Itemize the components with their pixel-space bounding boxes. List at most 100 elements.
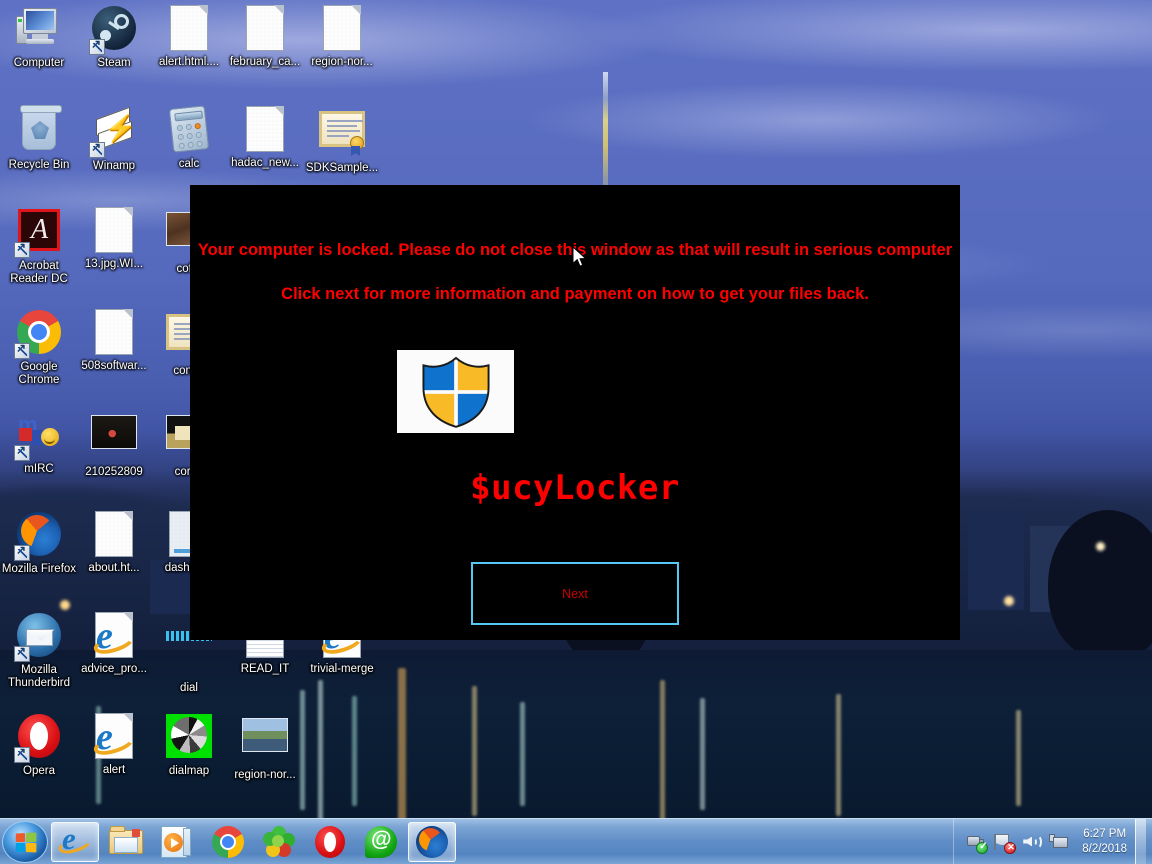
desktop-icon-label: advice_pro...: [81, 663, 147, 675]
icq-flower-icon: [263, 825, 295, 858]
iedoc-icon: e: [90, 713, 138, 761]
desktop-icon-label: trivial-merge: [310, 663, 374, 675]
shortcut-arrow-icon: [14, 443, 30, 461]
doc-icon: [90, 511, 138, 559]
clock-date: 8/2/2018: [1082, 842, 1127, 855]
volume-speaker-icon[interactable]: [1021, 831, 1043, 853]
doc-icon: [165, 5, 213, 53]
desktop-icon-label: Winamp: [92, 160, 136, 172]
mozilla-firefox-icon: [416, 825, 448, 858]
ransomware-brand-title: $ucyLocker: [470, 468, 680, 508]
desktop-icon-label: Google Chrome: [18, 361, 60, 386]
desktop-icon-label: dialmap: [168, 765, 210, 777]
ransom-warning-line-2: Click next for more information and paym…: [281, 285, 869, 303]
desktop-icon-acrobat-reader-dc[interactable]: Acrobat Reader DC: [0, 206, 78, 286]
file-explorer-icon: [109, 825, 143, 856]
internet-explorer-icon: e: [56, 821, 94, 859]
taskbar-item-internet-explorer[interactable]: e: [51, 821, 99, 862]
desktop-icon-about-ht[interactable]: about.ht...: [75, 510, 153, 575]
photo2-icon: [90, 415, 138, 463]
desktop-icon-sdksample[interactable]: SDKSample...: [303, 105, 381, 175]
desktop-icon-alert[interactable]: e alert: [75, 712, 153, 777]
iedoc-icon: e: [90, 612, 138, 660]
desktop-icon-label: alert.html....: [158, 56, 220, 68]
shortcut-arrow-icon: [89, 140, 105, 158]
desktop-icon-mirc[interactable]: m mIRC: [0, 409, 78, 476]
at-sign-messenger-icon: [365, 825, 397, 858]
shortcut-arrow-icon: [14, 644, 30, 662]
chrome-icon: [14, 310, 63, 359]
desktop-icon-hadac-new[interactable]: hadac_new...: [226, 105, 304, 170]
photo3-icon: [241, 718, 289, 766]
desktop-icon-label: SDKSample...: [305, 162, 379, 174]
desktop-icon-opera[interactable]: Opera: [0, 712, 78, 778]
taskbar-item-windows-media-player[interactable]: [153, 822, 201, 862]
dialmap-icon: [165, 714, 213, 762]
opera-icon: [315, 825, 345, 858]
shortcut-arrow-icon: [14, 543, 30, 561]
taskbar-item-google-chrome[interactable]: [204, 822, 252, 862]
google-chrome-icon: [212, 825, 244, 858]
desktop-icon-advice-pro[interactable]: e advice_pro...: [75, 611, 153, 676]
windows-defender-shield-icon: [421, 356, 490, 428]
desktop-icon-label: Computer: [13, 57, 65, 69]
desktop-icon-label: alert: [102, 764, 126, 776]
taskbar-item-file-explorer[interactable]: [102, 822, 150, 862]
desktop-icon-label: Acrobat Reader DC: [10, 260, 68, 285]
taskbar-item-mail-at[interactable]: [357, 822, 405, 862]
desktop-icon-february-ca[interactable]: february_ca...: [226, 4, 304, 69]
desktop-icon-label: Recycle Bin: [8, 159, 70, 171]
desktop-icon-label: february_ca...: [229, 56, 301, 68]
start-button[interactable]: [2, 820, 48, 863]
taskbar[interactable]: e @ ✓ ✕ 6:27 PM 8/2/2018: [0, 818, 1152, 864]
shortcut-arrow-icon: [89, 37, 105, 55]
desktop-icon-label: Mozilla Firefox: [1, 563, 77, 575]
next-button-label: Next: [562, 586, 588, 601]
desktop-icon-label: Opera: [23, 765, 55, 777]
taskbar-item-mozilla-firefox[interactable]: [408, 821, 456, 862]
taskbar-item-icq[interactable]: [255, 822, 303, 862]
desktop-icon-label: 13.jpg.WI...: [84, 258, 144, 270]
calc-icon: [165, 105, 213, 155]
desktop-icon-label: calc: [178, 158, 200, 170]
desktop-icon-13-jpg-wi[interactable]: 13.jpg.WI...: [75, 206, 153, 271]
desktop-icon-210252809[interactable]: 210252809: [75, 409, 153, 479]
doc-icon: [90, 309, 138, 357]
windows-media-player-icon: [161, 825, 193, 858]
desktop-icon-recycle-bin[interactable]: Recycle Bin: [0, 105, 78, 172]
desktop-icon-mozilla-thunderbird[interactable]: Mozilla Thunderbird: [0, 611, 78, 690]
taskbar-item-opera[interactable]: [306, 822, 354, 862]
desktop-icon-google-chrome[interactable]: Google Chrome: [0, 308, 78, 387]
shortcut-arrow-icon: [14, 341, 30, 359]
taskbar-clock[interactable]: 6:27 PM 8/2/2018: [1082, 827, 1127, 857]
clock-time: 6:27 PM: [1083, 827, 1127, 840]
desktop-icon-label: READ_IT: [240, 663, 290, 675]
desktop-icon-winamp[interactable]: ⚡ Winamp: [75, 105, 153, 173]
usb-safely-remove-icon[interactable]: [965, 831, 989, 854]
desktop-icon-calc[interactable]: calc: [150, 105, 228, 171]
desktop-icon-dialmap[interactable]: dialmap: [150, 712, 228, 778]
doc-icon: [241, 106, 289, 154]
thunderbird-icon: [14, 613, 63, 662]
computer-icon: [15, 6, 63, 54]
action-center-flag-icon[interactable]: [993, 831, 1017, 854]
desktop-icon-region-nor[interactable]: region-nor...: [226, 712, 304, 782]
next-button[interactable]: Next: [471, 562, 679, 625]
desktop-icon-508softwar[interactable]: 508softwar...: [75, 308, 153, 373]
desktop-icon-label: region-nor...: [234, 769, 296, 781]
doc-icon: [318, 5, 366, 53]
desktop-icon-label: hadac_new...: [231, 157, 299, 169]
shortcut-arrow-icon: [14, 240, 30, 258]
network-icon[interactable]: [1049, 831, 1071, 853]
winamp-icon: ⚡: [89, 106, 138, 158]
desktop-icon-alert-html[interactable]: alert.html....: [150, 4, 228, 69]
desktop-icon-region-nor[interactable]: region-nor...: [303, 4, 381, 69]
desktop-icon-steam[interactable]: Steam: [75, 4, 153, 70]
desktop-icon-mozilla-firefox[interactable]: Mozilla Firefox: [0, 510, 78, 576]
desktop-icon-computer[interactable]: Computer: [0, 4, 78, 70]
show-desktop-button[interactable]: [1135, 818, 1146, 864]
desktop-icon-label: region-nor...: [311, 56, 373, 68]
mouse-cursor: [572, 246, 587, 267]
desktop-icon-label: Mozilla Thunderbird: [7, 664, 70, 689]
system-tray[interactable]: 6:27 PM 8/2/2018: [953, 818, 1152, 864]
